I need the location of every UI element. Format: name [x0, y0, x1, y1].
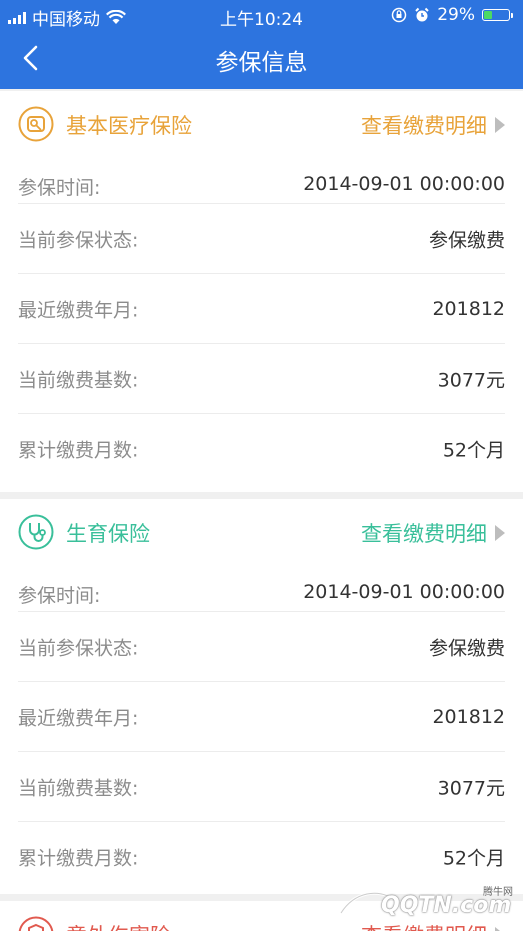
row-value: 参保缴费 — [428, 637, 505, 659]
medical-insurance-card: 基本医疗保险 查看缴费明细 参保时间: 2014-09-01 00:00:00 … — [0, 91, 523, 492]
row-value: 参保缴费 — [428, 229, 505, 251]
row-value: 3077元 — [437, 777, 505, 799]
row-value: 201812 — [432, 297, 505, 320]
row-label: 参保时间: — [18, 585, 101, 607]
stethoscope-icon — [18, 514, 54, 550]
info-row: 参保时间: 2014-09-01 00:00:00 — [18, 157, 505, 203]
info-row: 累计缴费月数: 52个月 — [18, 821, 505, 891]
row-value: 201812 — [432, 705, 505, 728]
info-row: 当前缴费基数: 3077元 — [18, 343, 505, 413]
nav-bar: 参保信息 — [0, 30, 523, 89]
info-row: 最近缴费年月: 201812 — [18, 273, 505, 343]
link-label: 查看缴费明细 — [361, 522, 487, 546]
alarm-icon — [415, 7, 429, 22]
info-row: 参保时间: 2014-09-01 00:00:00 — [18, 565, 505, 611]
row-label: 累计缴费月数: — [18, 847, 139, 869]
maternity-insurance-card: 生育保险 查看缴费明细 参保时间: 2014-09-01 00:00:00 当前… — [0, 499, 523, 894]
card-title: 生育保险 — [66, 522, 150, 546]
chevron-right-icon — [495, 927, 505, 931]
row-label: 当前参保状态: — [18, 637, 139, 659]
row-label: 当前缴费基数: — [18, 777, 139, 799]
view-payment-details-link[interactable]: 查看缴费明细 — [361, 110, 505, 140]
watermark-subtext: 腾牛网 — [483, 887, 513, 898]
link-label: 查看缴费明细 — [361, 114, 487, 138]
row-value: 2014-09-01 00:00:00 — [303, 581, 505, 603]
battery-percent: 29% — [437, 5, 475, 25]
page-title: 参保信息 — [215, 50, 308, 76]
row-label: 累计缴费月数: — [18, 439, 139, 461]
info-row: 当前参保状态: 参保缴费 — [18, 611, 505, 681]
info-row: 最近缴费年月: 201812 — [18, 681, 505, 751]
battery-icon — [482, 9, 513, 21]
row-label: 当前缴费基数: — [18, 369, 139, 391]
row-value: 52个月 — [442, 847, 505, 869]
row-value: 52个月 — [442, 439, 505, 461]
row-label: 最近缴费年月: — [18, 299, 139, 321]
view-payment-details-link[interactable]: 查看缴费明细 — [361, 518, 505, 548]
card-title: 意外伤害险 — [66, 920, 171, 931]
card-title: 基本医疗保险 — [66, 114, 192, 138]
app-header: 中国移动 上午10:24 29% 参保信息 — [0, 0, 523, 89]
orientation-lock-icon — [391, 7, 407, 23]
injury-insurance-icon — [18, 916, 54, 931]
info-row: 当前参保状态: 参保缴费 — [18, 203, 505, 273]
row-value: 2014-09-01 00:00:00 — [303, 173, 505, 195]
info-row: 当前缴费基数: 3077元 — [18, 751, 505, 821]
card-header: 生育保险 查看缴费明细 — [0, 499, 523, 565]
status-bar: 中国移动 上午10:24 29% — [0, 0, 523, 30]
row-label: 最近缴费年月: — [18, 707, 139, 729]
watermark-logo: QQTN.com 腾牛网 — [335, 883, 515, 927]
chevron-right-icon — [495, 117, 505, 133]
row-label: 参保时间: — [18, 177, 101, 199]
chevron-right-icon — [495, 525, 505, 541]
status-right: 29% — [391, 5, 513, 25]
medical-insurance-icon — [18, 106, 54, 142]
row-label: 当前参保状态: — [18, 229, 139, 251]
row-value: 3077元 — [437, 369, 505, 391]
card-header: 基本医疗保险 查看缴费明细 — [0, 91, 523, 157]
info-row: 累计缴费月数: 52个月 — [18, 413, 505, 483]
